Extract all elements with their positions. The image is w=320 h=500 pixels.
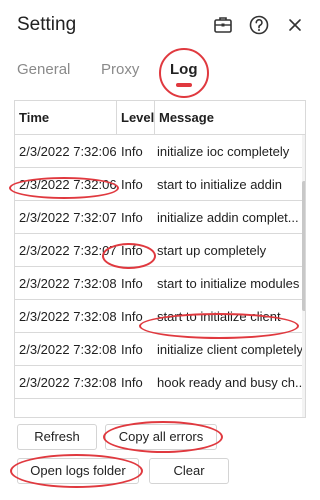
active-tab-indicator xyxy=(176,83,192,87)
clear-button[interactable]: Clear xyxy=(149,458,229,484)
tab-proxy[interactable]: Proxy xyxy=(101,61,139,78)
cell-time: 2/3/2022 7:32:07 xyxy=(19,243,117,258)
column-header-level[interactable]: Level xyxy=(117,101,155,135)
table-row[interactable]: 2/3/2022 7:32:08 Info start to initializ… xyxy=(15,267,303,300)
scrollbar-thumb[interactable] xyxy=(302,181,305,311)
table-row[interactable]: 2/3/2022 7:32:08 Info initialize client … xyxy=(15,333,303,366)
table-row[interactable]: 2/3/2022 7:32:07 Info start up completel… xyxy=(15,234,303,267)
cell-message: initialize addin complet... xyxy=(157,210,299,225)
cell-level: Info xyxy=(121,210,143,225)
help-icon[interactable] xyxy=(248,14,270,36)
table-row[interactable]: 2/3/2022 7:32:08 Info hook ready and bus… xyxy=(15,366,303,399)
column-header-time[interactable]: Time xyxy=(15,101,117,135)
table-row[interactable]: 2/3/2022 7:32:06 Info start to initializ… xyxy=(15,168,303,201)
cell-time: 2/3/2022 7:32:07 xyxy=(19,210,117,225)
cell-level: Info xyxy=(121,342,143,357)
cell-time: 2/3/2022 7:32:08 xyxy=(19,309,117,324)
tab-log[interactable]: Log xyxy=(170,61,198,78)
copy-all-errors-button[interactable]: Copy all errors xyxy=(105,424,217,450)
log-table: Time Level Message 2/3/2022 7:32:06 Info… xyxy=(14,100,306,418)
cell-level: Info xyxy=(121,375,143,390)
cell-message: start up completely xyxy=(157,243,267,258)
table-header: Time Level Message xyxy=(15,101,305,135)
column-header-message[interactable]: Message xyxy=(155,101,295,135)
cell-time: 2/3/2022 7:32:06 xyxy=(19,144,117,159)
cell-level: Info xyxy=(121,309,143,324)
title-bar: Setting xyxy=(0,0,320,50)
window-title: Setting xyxy=(17,14,77,35)
cell-level: Info xyxy=(121,276,143,291)
refresh-button[interactable]: Refresh xyxy=(17,424,97,450)
table-row[interactable]: 2/3/2022 7:32:06 Info initialize ioc com… xyxy=(15,135,303,168)
table-row[interactable]: 2/3/2022 7:32:07 Info initialize addin c… xyxy=(15,201,303,234)
cell-level: Info xyxy=(121,144,143,159)
cell-level: Info xyxy=(121,243,143,258)
cell-time: 2/3/2022 7:32:08 xyxy=(19,375,117,390)
cell-message: initialize ioc completely xyxy=(157,144,290,159)
briefcase-icon[interactable] xyxy=(212,14,234,36)
cell-time: 2/3/2022 7:32:06 xyxy=(19,177,117,192)
cell-time: 2/3/2022 7:32:08 xyxy=(19,342,117,357)
tab-general[interactable]: General xyxy=(17,61,70,78)
cell-message: start to initialize modules xyxy=(157,276,300,291)
cell-message: hook ready and busy ch... xyxy=(157,375,303,390)
vertical-scrollbar[interactable] xyxy=(302,135,305,417)
table-row[interactable]: 2/3/2022 7:32:08 Info start to initializ… xyxy=(15,300,303,333)
cell-message: start to initialize addin xyxy=(157,177,283,192)
cell-time: 2/3/2022 7:32:08 xyxy=(19,276,117,291)
close-icon[interactable] xyxy=(284,14,306,36)
tab-bar: General Proxy Log xyxy=(0,50,320,100)
open-logs-folder-button[interactable]: Open logs folder xyxy=(17,458,139,484)
cell-message: start to initialize client xyxy=(157,309,281,324)
cell-level: Info xyxy=(121,177,143,192)
cell-message: initialize client completely xyxy=(157,342,303,357)
